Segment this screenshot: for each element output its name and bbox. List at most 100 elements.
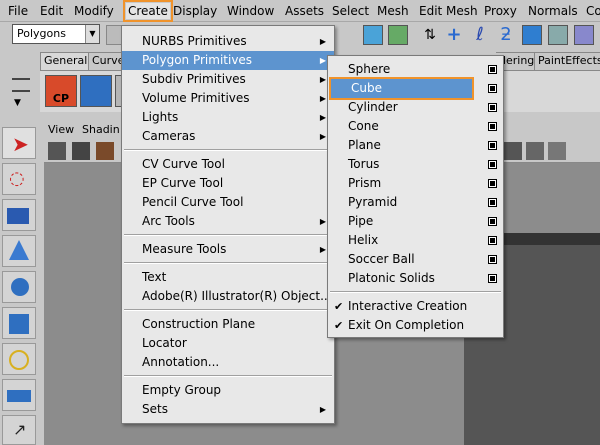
shelf-menu-icon[interactable] bbox=[12, 78, 30, 92]
option-box-icon[interactable] bbox=[488, 179, 497, 188]
menubar-item-normals[interactable]: Normals bbox=[528, 3, 578, 19]
viewport-menu-view[interactable]: View bbox=[48, 123, 74, 136]
create-menu-item-cameras[interactable]: Cameras ▶ bbox=[122, 127, 334, 146]
polygon-menu-item-interactive-creation[interactable]: ✔ Interactive Creation bbox=[328, 297, 503, 316]
lasso-tool-icon[interactable]: ◌ bbox=[2, 163, 36, 195]
menubar-item-assets[interactable]: Assets bbox=[285, 3, 324, 19]
tab-painteffects[interactable]: PaintEffects bbox=[534, 52, 600, 70]
option-box-icon[interactable] bbox=[488, 236, 497, 245]
viewport-menu-shading[interactable]: Shadin bbox=[82, 123, 120, 136]
menubar-item-file[interactable]: File bbox=[8, 3, 28, 19]
graph-icon[interactable]: ƻ bbox=[496, 25, 516, 45]
plus-icon[interactable]: + bbox=[444, 25, 464, 45]
paint-select-icon[interactable] bbox=[2, 199, 36, 231]
polygon-menu-item-torus[interactable]: Torus bbox=[328, 155, 503, 174]
menu-item-label: Construction Plane bbox=[142, 317, 256, 331]
render-icon[interactable] bbox=[522, 25, 542, 45]
shaded-icon[interactable] bbox=[504, 142, 522, 160]
snap-curve-icon[interactable] bbox=[388, 25, 408, 45]
scale-tool-icon[interactable] bbox=[2, 307, 36, 339]
create-menu-item-measure-tools[interactable]: Measure Tools ▶ bbox=[122, 240, 334, 259]
menubar-item-window[interactable]: Window bbox=[227, 3, 274, 19]
textured-icon[interactable] bbox=[526, 142, 544, 160]
option-box-icon[interactable] bbox=[488, 255, 497, 264]
option-box-icon[interactable] bbox=[488, 198, 497, 207]
polygon-menu-item-pipe[interactable]: Pipe bbox=[328, 212, 503, 231]
chevron-down-icon[interactable]: ▼ bbox=[14, 98, 21, 108]
create-menu-item-adobe-r-illustrator-r-object[interactable]: Adobe(R) Illustrator(R) Object... bbox=[122, 287, 334, 306]
submenu-arrow-icon: ▶ bbox=[319, 217, 326, 226]
snap-grid-icon[interactable] bbox=[363, 25, 383, 45]
camera-icon[interactable] bbox=[48, 142, 66, 160]
menubar-item-edit-mesh[interactable]: Edit Mesh bbox=[419, 3, 478, 19]
create-menu-item-ep-curve-tool[interactable]: EP Curve Tool bbox=[122, 174, 334, 193]
option-box-icon[interactable] bbox=[488, 160, 497, 169]
menubar-item-modify[interactable]: Modify bbox=[74, 3, 114, 19]
menu-item-label: Cameras bbox=[142, 129, 196, 143]
polygon-menu-item-pyramid[interactable]: Pyramid bbox=[328, 193, 503, 212]
last-tool-icon[interactable]: ↗ bbox=[2, 415, 36, 445]
polygon-menu-item-exit-on-completion[interactable]: ✔ Exit On Completion bbox=[328, 316, 503, 335]
manipulator-tool-icon[interactable] bbox=[2, 343, 36, 375]
polygon-menu-item-sphere[interactable]: Sphere bbox=[328, 60, 503, 79]
select-tool-icon[interactable]: ➤ bbox=[2, 127, 36, 159]
submenu-arrow-icon: ▶ bbox=[319, 94, 326, 103]
create-menu-item-sets[interactable]: Sets ▶ bbox=[122, 400, 334, 419]
polygon-menu-item-cube[interactable]: Cube bbox=[329, 77, 474, 100]
create-menu-item-subdiv-primitives[interactable]: Subdiv Primitives ▶ bbox=[122, 70, 334, 89]
menubar-item-create[interactable]: Create bbox=[123, 0, 173, 22]
menu-separator bbox=[124, 234, 332, 236]
create-menu-item-annotation[interactable]: Annotation... bbox=[122, 353, 334, 372]
option-box-icon[interactable] bbox=[488, 217, 497, 226]
polygon-menu-item-platonic-solids[interactable]: Platonic Solids bbox=[328, 269, 503, 288]
film-icon[interactable] bbox=[72, 142, 90, 160]
menubar-item-mesh[interactable]: Mesh bbox=[377, 3, 409, 19]
shelf-cube-icon[interactable] bbox=[80, 75, 112, 107]
render-settings-icon[interactable] bbox=[574, 25, 594, 45]
menu-item-label: Pipe bbox=[348, 214, 374, 228]
soft-mod-tool-icon[interactable] bbox=[2, 379, 36, 411]
option-box-icon[interactable] bbox=[488, 84, 497, 93]
menubar-item-display[interactable]: Display bbox=[173, 3, 217, 19]
move-tool-icon[interactable] bbox=[2, 235, 36, 267]
create-menu-item-cv-curve-tool[interactable]: CV Curve Tool bbox=[122, 155, 334, 174]
history-icon[interactable]: ⇅ bbox=[420, 25, 440, 45]
menubar-item-select[interactable]: Select bbox=[332, 3, 369, 19]
create-menu-item-empty-group[interactable]: Empty Group bbox=[122, 381, 334, 400]
submenu-arrow-icon: ▶ bbox=[319, 132, 326, 141]
option-box-icon[interactable] bbox=[488, 141, 497, 150]
menubar-item-colo[interactable]: Colo bbox=[586, 3, 600, 19]
polygon-menu-item-soccer-ball[interactable]: Soccer Ball bbox=[328, 250, 503, 269]
mode-select[interactable]: Polygons ▼ bbox=[12, 24, 100, 44]
option-box-icon[interactable] bbox=[488, 65, 497, 74]
cp-shelf-button[interactable]: CP bbox=[45, 75, 77, 107]
polygon-menu-item-helix[interactable]: Helix bbox=[328, 231, 503, 250]
menu-item-label: Platonic Solids bbox=[348, 271, 435, 285]
polygon-menu-item-cone[interactable]: Cone bbox=[328, 117, 503, 136]
polygon-menu-item-cylinder[interactable]: Cylinder bbox=[328, 98, 503, 117]
option-box-icon[interactable] bbox=[488, 103, 497, 112]
lights-icon[interactable] bbox=[548, 142, 566, 160]
create-menu-item-polygon-primitives[interactable]: Polygon Primitives ▶ bbox=[122, 51, 334, 70]
option-box-icon[interactable] bbox=[488, 274, 497, 283]
submenu-arrow-icon: ▶ bbox=[319, 75, 326, 84]
rotate-tool-icon[interactable] bbox=[2, 271, 36, 303]
polygon-menu-item-plane[interactable]: Plane bbox=[328, 136, 503, 155]
create-menu-item-lights[interactable]: Lights ▶ bbox=[122, 108, 334, 127]
menubar-item-edit[interactable]: Edit bbox=[40, 3, 63, 19]
tab-general[interactable]: General bbox=[40, 52, 92, 70]
create-menu-item-construction-plane[interactable]: Construction Plane bbox=[122, 315, 334, 334]
create-menu-item-locator[interactable]: Locator bbox=[122, 334, 334, 353]
hypershade-icon[interactable]: ℓ bbox=[470, 25, 490, 45]
create-menu-item-pencil-curve-tool[interactable]: Pencil Curve Tool bbox=[122, 193, 334, 212]
ipr-icon[interactable] bbox=[548, 25, 568, 45]
create-menu-item-volume-primitives[interactable]: Volume Primitives ▶ bbox=[122, 89, 334, 108]
checkmark-icon: ✔ bbox=[334, 300, 344, 313]
create-menu-item-text[interactable]: Text bbox=[122, 268, 334, 287]
option-box-icon[interactable] bbox=[488, 122, 497, 131]
bookmark-icon[interactable] bbox=[96, 142, 114, 160]
menubar-item-proxy[interactable]: Proxy bbox=[484, 3, 517, 19]
polygon-menu-item-prism[interactable]: Prism bbox=[328, 174, 503, 193]
create-menu-item-arc-tools[interactable]: Arc Tools ▶ bbox=[122, 212, 334, 231]
create-menu-item-nurbs-primitives[interactable]: NURBS Primitives ▶ bbox=[122, 32, 334, 51]
